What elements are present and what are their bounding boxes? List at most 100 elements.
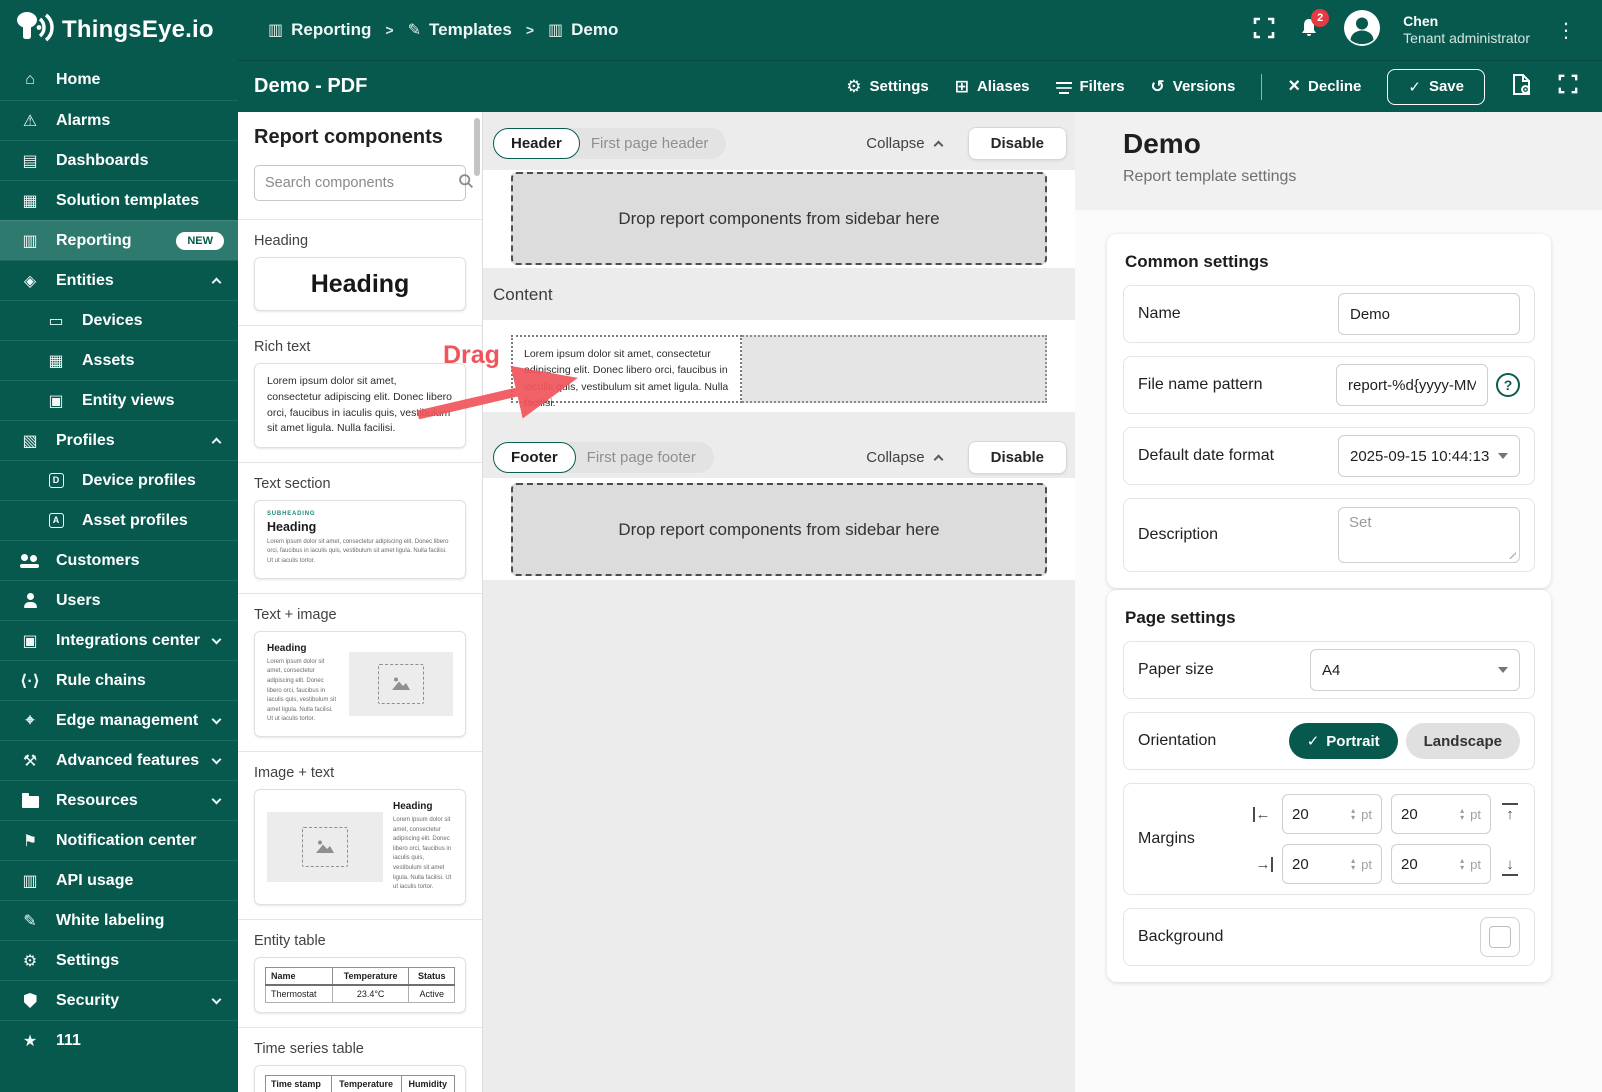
component-image-text[interactable]: Heading Lorem ipsum dolor sit amet, cons… — [254, 789, 466, 905]
tools-icon: ⚒ — [22, 752, 38, 770]
background-color-swatch[interactable] — [1480, 917, 1520, 957]
sidebar-item-home[interactable]: ⌂ Home — [0, 60, 238, 100]
divider — [238, 592, 482, 594]
component-heading[interactable]: Heading — [254, 257, 466, 311]
footer-dropzone[interactable]: Drop report components from sidebar here — [511, 483, 1047, 576]
breadcrumb-demo[interactable]: ▥ Demo — [548, 20, 618, 40]
component-rich-text[interactable]: Lorem ipsum dolor sit amet, consectetur … — [254, 363, 466, 448]
breadcrumb-reporting[interactable]: ▥ Reporting — [268, 20, 371, 40]
save-button[interactable]: ✓ Save — [1387, 68, 1485, 105]
chevron-up-icon — [933, 140, 944, 150]
dragged-rich-text-component[interactable]: Lorem ipsum dolor sit amet, consectetur … — [511, 335, 742, 409]
sidebar-item-dashboards[interactable]: ▤ Dashboards — [0, 140, 238, 180]
sidebar-item-security[interactable]: Security — [0, 980, 238, 1020]
brand-logo-icon — [14, 10, 54, 51]
header-chip[interactable]: Header — [493, 127, 580, 159]
sidebar-item-reporting[interactable]: ▥ Reporting NEW — [0, 220, 238, 260]
breadcrumb-separator: > — [525, 22, 535, 38]
sidebar-item-white-labeling[interactable]: ✎ White labeling — [0, 900, 238, 940]
sidebar-item-profiles[interactable]: ▧ Profiles — [0, 420, 238, 460]
search-input[interactable] — [265, 175, 452, 191]
app-logo[interactable]: ThingsEye.io — [0, 10, 238, 51]
aliases-button[interactable]: ⊞ Aliases — [955, 77, 1030, 97]
component-text-section[interactable]: SUBHEADING Heading Lorem ipsum dolor sit… — [254, 500, 466, 579]
sidebar-item-users[interactable]: Users — [0, 580, 238, 620]
device-profiles-icon: D — [44, 473, 68, 488]
entities-icon: ◈ — [23, 272, 37, 290]
template-canvas: Header First page header Collapse Disabl… — [483, 112, 1075, 1092]
divider — [238, 219, 482, 220]
decline-button[interactable]: × Decline — [1288, 75, 1361, 98]
sidebar-item-solution-templates[interactable]: ▦ Solution templates — [0, 180, 238, 220]
kebab-menu-icon[interactable]: ⋮ — [1552, 18, 1580, 43]
footer-chip[interactable]: Footer — [493, 441, 576, 473]
breadcrumb-templates[interactable]: ✎ Templates — [408, 20, 512, 40]
component-time-series-table[interactable]: Time stamp Temperature Humidity Jun 17 2… — [254, 1064, 466, 1092]
generate-report-icon[interactable] — [1511, 73, 1532, 101]
first-page-footer-chip[interactable]: First page footer — [576, 449, 714, 466]
name-input[interactable] — [1338, 293, 1520, 335]
integrations-icon: ▣ — [22, 632, 38, 650]
fullscreen-editor-icon[interactable] — [1558, 74, 1578, 99]
default-date-format-select[interactable]: 2025-09-15 10:44:13 — [1338, 435, 1520, 477]
chevron-up-icon — [211, 437, 222, 448]
first-page-header-chip[interactable]: First page header — [580, 135, 727, 152]
sidebar-item-devices[interactable]: ▭ Devices — [0, 300, 238, 340]
margin-bottom-left-input[interactable]: 20 ▴ ▾ pt — [1282, 844, 1382, 884]
image-placeholder — [349, 651, 453, 716]
sidebar-item-111[interactable]: ★ 111 — [0, 1020, 238, 1060]
header-chip-group: Header First page header — [493, 127, 727, 159]
shield-icon — [18, 993, 42, 1008]
user-info[interactable]: Chen Tenant administrator — [1403, 13, 1530, 48]
footer-collapse-button[interactable]: Collapse — [866, 449, 944, 466]
sidebar-item-customers[interactable]: Customers — [0, 540, 238, 580]
sidebar-item-alarms[interactable]: ⚠ Alarms — [0, 100, 238, 140]
description-textarea[interactable] — [1338, 507, 1520, 563]
fullscreen-icon[interactable] — [1253, 17, 1275, 44]
paper-size-select[interactable]: A4 — [1310, 649, 1520, 691]
chevron-down-icon — [211, 994, 222, 1004]
sidebar-item-resources[interactable]: Resources — [0, 780, 238, 820]
margin-top-left-input[interactable]: 20 ▴ ▾ pt — [1282, 794, 1382, 834]
chevron-down-icon — [211, 794, 222, 804]
sidebar-item-device-profiles[interactable]: D Device profiles — [0, 460, 238, 500]
settings-button[interactable]: ⚙ Settings — [846, 77, 928, 97]
dropdown-caret-icon — [1498, 667, 1508, 673]
stepper-icon[interactable]: ▴ ▾ — [1351, 857, 1355, 872]
versions-button[interactable]: ↺ Versions — [1151, 77, 1236, 97]
margin-bottom-right-input[interactable]: 20 ▴ ▾ pt — [1391, 844, 1491, 884]
asset-profiles-icon: A — [44, 513, 68, 528]
landscape-toggle[interactable]: Landscape — [1405, 723, 1520, 759]
sidebar-item-assets[interactable]: ▦ Assets — [0, 340, 238, 380]
sidebar-item-entities[interactable]: ◈ Entities — [0, 260, 238, 300]
help-icon[interactable]: ? — [1496, 373, 1520, 397]
stepper-icon[interactable]: ▴ ▾ — [1460, 857, 1464, 872]
header-collapse-button[interactable]: Collapse — [866, 135, 944, 152]
sidebar-item-notification-center[interactable]: ⚑ Notification center — [0, 820, 238, 860]
sidebar-item-edge-management[interactable]: ⌖ Edge management — [0, 700, 238, 740]
stepper-icon[interactable]: ▴ ▾ — [1460, 807, 1464, 822]
sidebar-item-settings[interactable]: ⚙ Settings — [0, 940, 238, 980]
search-components-box[interactable] — [254, 165, 474, 201]
component-entity-table[interactable]: Name Temperature Status Thermostat 23.4°… — [254, 956, 466, 1013]
filters-button[interactable]: Filters — [1055, 78, 1125, 95]
portrait-toggle[interactable]: ✓ Portrait — [1288, 723, 1398, 759]
notifications-bell-icon[interactable]: 2 — [1297, 8, 1330, 45]
footer-disable-button[interactable]: Disable — [967, 440, 1067, 474]
avatar[interactable] — [1343, 9, 1381, 52]
sidebar-item-entity-views[interactable]: ▣ Entity views — [0, 380, 238, 420]
sidebar-item-integrations-center[interactable]: ▣ Integrations center — [0, 620, 238, 660]
sidebar-item-asset-profiles[interactable]: A Asset profiles — [0, 500, 238, 540]
sidebar-item-advanced-features[interactable]: ⚒ Advanced features — [0, 740, 238, 780]
image-icon — [316, 840, 334, 853]
header-dropzone[interactable]: Drop report components from sidebar here — [511, 172, 1047, 265]
stepper-icon[interactable]: ▴ ▾ — [1351, 807, 1355, 822]
file-name-pattern-input[interactable] — [1336, 364, 1488, 406]
component-text-image[interactable]: Heading Lorem ipsum dolor sit amet, cons… — [254, 630, 466, 738]
margin-top-right-input[interactable]: 20 ▴ ▾ pt — [1391, 794, 1491, 834]
header-disable-button[interactable]: Disable — [967, 126, 1067, 160]
scrollbar-thumb[interactable] — [474, 118, 480, 176]
sidebar-item-api-usage[interactable]: ▥ API usage — [0, 860, 238, 900]
notification-count-badge: 2 — [1311, 8, 1330, 27]
sidebar-item-rule-chains[interactable]: ⟨·⟩ Rule chains — [0, 660, 238, 700]
